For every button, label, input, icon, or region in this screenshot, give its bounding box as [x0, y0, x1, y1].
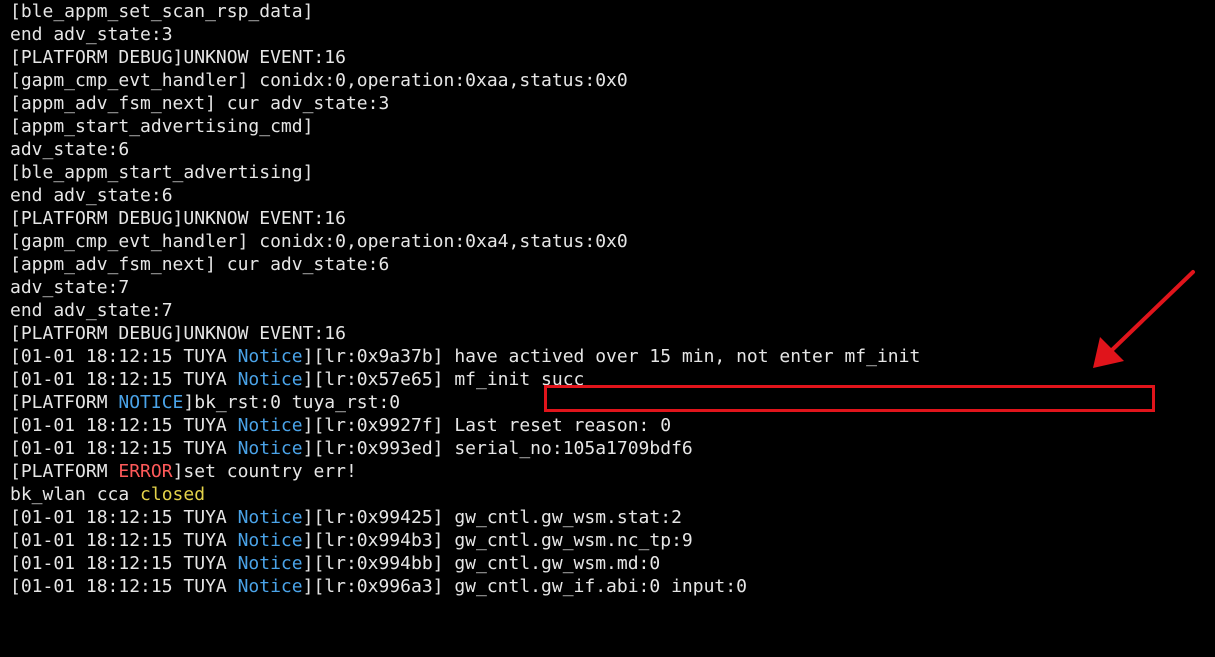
- log-line: [01-01 18:12:15 TUYA Notice][lr:0x993ed]…: [10, 437, 920, 460]
- log-segment: end adv_state:3: [10, 24, 173, 45]
- log-segment: end adv_state:7: [10, 300, 173, 321]
- log-line: [01-01 18:12:15 TUYA Notice][lr:0x9927f]…: [10, 414, 920, 437]
- log-segment: [appm_adv_fsm_next] cur adv_state:3: [10, 93, 390, 114]
- log-segment: bk_wlan cca: [10, 484, 141, 505]
- log-segment: ][lr:0x994b3] gw_cntl.gw_wsm.nc_tp:9: [302, 530, 693, 551]
- log-segment: [01-01 18:12:15 TUYA: [10, 507, 238, 528]
- log-segment: [01-01 18:12:15 TUYA: [10, 553, 238, 574]
- log-segment: Notice: [237, 553, 303, 574]
- log-line: [ble_appm_start_advertising]: [10, 161, 920, 184]
- log-segment: adv_state:7: [10, 277, 130, 298]
- log-segment: [PLATFORM DEBUG]UNKNOW EVENT:16: [10, 47, 346, 68]
- terminal-window[interactable]: [ble_appm_set_scan_rsp_data] end adv_stat…: [0, 0, 1215, 657]
- log-segment: Notice: [237, 369, 303, 390]
- log-segment: ][lr:0x57e65] mf_init succ: [302, 369, 585, 390]
- log-line: [01-01 18:12:15 TUYA Notice][lr:0x994b3]…: [10, 529, 920, 552]
- log-segment: [01-01 18:12:15 TUYA: [10, 438, 238, 459]
- log-line: adv_state:7: [10, 276, 920, 299]
- log-segment: [PLATFORM DEBUG]UNKNOW EVENT:16: [10, 323, 346, 344]
- log-line: end adv_state:3: [10, 23, 920, 46]
- log-segment: [gapm_cmp_evt_handler] conidx:0,operatio…: [10, 231, 628, 252]
- log-line: [01-01 18:12:15 TUYA Notice][lr:0x994bb]…: [10, 552, 920, 575]
- log-line: end adv_state:7: [10, 299, 920, 322]
- log-segment: [01-01 18:12:15 TUYA: [10, 369, 238, 390]
- log-segment: Notice: [237, 507, 303, 528]
- log-line: [ble_appm_set_scan_rsp_data]: [10, 0, 920, 23]
- log-line: end adv_state:6: [10, 184, 920, 207]
- log-line: [PLATFORM DEBUG]UNKNOW EVENT:16: [10, 46, 920, 69]
- log-line: adv_state:6: [10, 138, 920, 161]
- log-segment: [01-01 18:12:15 TUYA: [10, 346, 238, 367]
- log-segment: [PLATFORM DEBUG]UNKNOW EVENT:16: [10, 208, 346, 229]
- log-line: [01-01 18:12:15 TUYA Notice][lr:0x996a3]…: [10, 575, 920, 598]
- log-segment: ][lr:0x9a37b] have actived over 15 min, …: [302, 346, 921, 367]
- log-segment: [ble_appm_set_scan_rsp_data]: [10, 1, 314, 22]
- log-line: [01-01 18:12:15 TUYA Notice][lr:0x57e65]…: [10, 368, 920, 391]
- log-line: [01-01 18:12:15 TUYA Notice][lr:0x99425]…: [10, 506, 920, 529]
- log-segment: [01-01 18:12:15 TUYA: [10, 576, 238, 597]
- log-segment: closed: [140, 484, 206, 505]
- log-segment: ][lr:0x993ed] serial_no:105a1709bdf6: [302, 438, 693, 459]
- log-segment: ][lr:0x99425] gw_cntl.gw_wsm.stat:2: [302, 507, 682, 528]
- log-line: bk_wlan cca closed: [10, 483, 920, 506]
- log-line: [appm_adv_fsm_next] cur adv_state:6: [10, 253, 920, 276]
- terminal-output: [ble_appm_set_scan_rsp_data] end adv_stat…: [10, 0, 920, 598]
- log-segment: [appm_adv_fsm_next] cur adv_state:6: [10, 254, 390, 275]
- log-line: [PLATFORM NOTICE]bk_rst:0 tuya_rst:0: [10, 391, 920, 414]
- log-segment: Notice: [237, 346, 303, 367]
- log-line: [PLATFORM ERROR]set country err!: [10, 460, 920, 483]
- log-segment: [appm_start_advertising_cmd]: [10, 116, 314, 137]
- log-segment: [ble_appm_start_advertising]: [10, 162, 314, 183]
- log-line: [gapm_cmp_evt_handler] conidx:0,operatio…: [10, 230, 920, 253]
- log-segment: [gapm_cmp_evt_handler] conidx:0,operatio…: [10, 70, 628, 91]
- log-segment: ][lr:0x994bb] gw_cntl.gw_wsm.md:0: [302, 553, 661, 574]
- log-segment: [01-01 18:12:15 TUYA: [10, 415, 238, 436]
- log-segment: [PLATFORM: [10, 461, 119, 482]
- log-segment: Notice: [237, 438, 303, 459]
- log-line: [PLATFORM DEBUG]UNKNOW EVENT:16: [10, 322, 920, 345]
- log-line: [appm_adv_fsm_next] cur adv_state:3: [10, 92, 920, 115]
- log-segment: [PLATFORM: [10, 392, 119, 413]
- log-segment: ][lr:0x996a3] gw_cntl.gw_if.abi:0 input:…: [302, 576, 747, 597]
- log-segment: adv_state:6: [10, 139, 130, 160]
- log-segment: Notice: [237, 576, 303, 597]
- log-segment: ][lr:0x9927f] Last reset reason: 0: [302, 415, 672, 436]
- log-line: [gapm_cmp_evt_handler] conidx:0,operatio…: [10, 69, 920, 92]
- log-segment: end adv_state:6: [10, 185, 173, 206]
- log-segment: NOTICE: [118, 392, 184, 413]
- log-segment: Notice: [237, 530, 303, 551]
- log-segment: ]bk_rst:0 tuya_rst:0: [183, 392, 401, 413]
- log-line: [appm_start_advertising_cmd]: [10, 115, 920, 138]
- log-line: [PLATFORM DEBUG]UNKNOW EVENT:16: [10, 207, 920, 230]
- log-segment: Notice: [237, 415, 303, 436]
- log-segment: ]set country err!: [172, 461, 357, 482]
- log-segment: ERROR: [118, 461, 173, 482]
- log-line: [01-01 18:12:15 TUYA Notice][lr:0x9a37b]…: [10, 345, 920, 368]
- log-segment: [01-01 18:12:15 TUYA: [10, 530, 238, 551]
